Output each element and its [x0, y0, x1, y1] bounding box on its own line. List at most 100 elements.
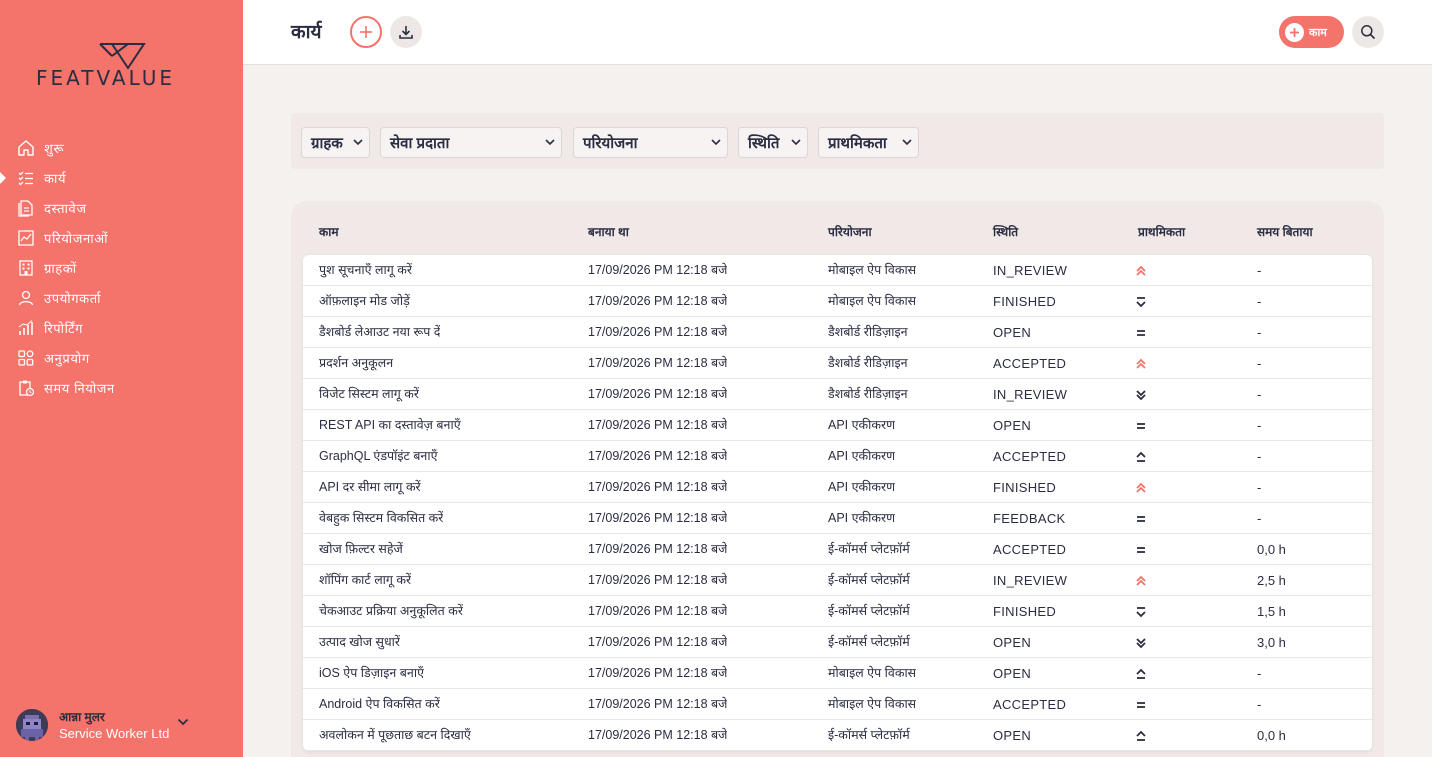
featvalue-logo[interactable]: FEATVALUE — [36, 40, 211, 90]
cell-project: मोबाइल ऐप विकास — [828, 697, 917, 711]
table-row[interactable]: खोज फ़िल्टर सहेजें 17/09/2026 PM 12:18 बज… — [303, 534, 1372, 565]
plus-icon — [1285, 22, 1304, 42]
table-row[interactable]: ऑफ़लाइन मोड जोड़ें 17/09/2026 PM 12:18 बज… — [303, 286, 1372, 317]
sidebar-item-home[interactable]: शुरू — [0, 133, 243, 163]
projects-chart-icon — [16, 228, 36, 248]
sidebar-item-reporting[interactable]: रिपोर्टिंग — [0, 313, 243, 343]
cell-created: 17/09/2026 PM 12:18 बजे — [588, 635, 728, 649]
table-row[interactable]: उत्पाद खोज सुधारें 17/09/2026 PM 12:18 बज… — [303, 627, 1372, 658]
cell-created: 17/09/2026 PM 12:18 बजे — [588, 728, 728, 742]
cell-created: 17/09/2026 PM 12:18 बजे — [588, 387, 728, 401]
cell-time-spent: - — [1257, 449, 1262, 464]
filter-project[interactable]: परियोजना — [573, 127, 728, 158]
column-header-project[interactable]: परियोजना — [828, 223, 872, 240]
sidebar-item-label: समय नियोजन — [44, 381, 115, 396]
sidebar-item-tasks[interactable]: कार्य — [0, 163, 243, 193]
cell-project: मोबाइल ऐप विकास — [828, 263, 917, 277]
filter-label: प्राथमिकता — [828, 134, 887, 152]
sidebar-item-customers[interactable]: ग्राहकों — [0, 253, 243, 283]
download-icon — [399, 26, 413, 39]
download-button[interactable] — [390, 16, 422, 48]
sidebar-item-label: परियोजनाओं — [44, 231, 109, 246]
table-row[interactable]: विजेट सिस्टम लागू करें 17/09/2026 PM 12:1… — [303, 379, 1372, 410]
table-row[interactable]: GraphQL एंडपॉइंट बनाएँ 17/09/2026 PM 12:1… — [303, 441, 1372, 472]
cell-task: पुश सूचनाएँ लागू करें — [319, 263, 412, 277]
cell-priority — [1136, 503, 1146, 534]
column-header-task[interactable]: काम — [319, 223, 339, 240]
column-header-created[interactable]: बनाया था — [588, 223, 629, 240]
sidebar-item-label: शुरू — [44, 141, 65, 156]
column-header-priority[interactable]: प्राथमिकता — [1138, 223, 1185, 240]
reporting-bars-icon — [16, 318, 36, 338]
sidebar-item-label: कार्य — [44, 171, 67, 186]
page-title: कार्य — [291, 22, 322, 43]
priority-low-icon — [1136, 637, 1146, 648]
column-header-status[interactable]: स्थिति — [993, 223, 1018, 240]
chevron-down-icon — [791, 139, 801, 146]
column-header-time-spent[interactable]: समय बिताया — [1257, 223, 1313, 240]
sidebar-item-documents[interactable]: दस्तावेज — [0, 193, 243, 223]
filter-bar: ग्राहक सेवा प्रदाता परियोजना स्थिति प्रा… — [291, 113, 1384, 169]
user-menu[interactable]: आन्ना मुलर Service Worker Ltd — [16, 708, 189, 741]
search-icon — [1361, 25, 1376, 40]
priority-lowest-icon — [1136, 296, 1146, 307]
table-row[interactable]: REST API का दस्तावेज़ बनाएँ 17/09/2026 PM… — [303, 410, 1372, 441]
building-icon — [16, 258, 36, 278]
chevron-down-icon — [902, 139, 912, 146]
cell-status: ACCEPTED — [993, 356, 1067, 371]
cell-project: ई-कॉमर्स प्लेटफ़ॉर्म — [828, 604, 910, 618]
cell-time-spent: - — [1257, 387, 1262, 402]
cell-project: API एकीकरण — [828, 449, 896, 463]
new-task-button-label: काम — [1309, 26, 1327, 39]
cell-status: OPEN — [993, 666, 1032, 681]
table-row[interactable]: API दर सीमा लागू करें 17/09/2026 PM 12:18… — [303, 472, 1372, 503]
sidebar-item-applications[interactable]: अनुप्रयोग — [0, 343, 243, 373]
filter-status[interactable]: स्थिति — [738, 127, 808, 158]
table-row[interactable]: वेबहुक सिस्टम विकसित करें 17/09/2026 PM 1… — [303, 503, 1372, 534]
sidebar-item-label: दस्तावेज — [44, 201, 87, 216]
cell-project: डैशबोर्ड रीडिज़ाइन — [828, 356, 908, 370]
search-button[interactable] — [1352, 16, 1384, 48]
table-row[interactable]: iOS ऐप डिज़ाइन बनाएँ 17/09/2026 PM 12:18 … — [303, 658, 1372, 689]
sidebar-item-time-planning[interactable]: समय नियोजन — [0, 373, 243, 403]
filter-priority[interactable]: प्राथमिकता — [818, 127, 919, 158]
cell-task: वेबहुक सिस्टम विकसित करें — [319, 511, 444, 525]
table-row[interactable]: डैशबोर्ड लेआउट नया रूप दें 17/09/2026 PM … — [303, 317, 1372, 348]
cell-created: 17/09/2026 PM 12:18 बजे — [588, 511, 728, 525]
table-row[interactable]: प्रदर्शन अनुकूलन 17/09/2026 PM 12:18 बजे ड… — [303, 348, 1372, 379]
table-row[interactable]: Android ऐप विकसित करें 17/09/2026 PM 12:1… — [303, 689, 1372, 720]
cell-time-spent: - — [1257, 325, 1262, 340]
priority-medium-icon — [1137, 422, 1145, 429]
new-task-button[interactable]: काम — [1279, 16, 1344, 48]
cell-project: API एकीकरण — [828, 480, 896, 494]
logo-text: FEATVALUE — [36, 66, 175, 90]
add-task-button[interactable] — [350, 16, 382, 48]
filter-label: परियोजना — [583, 134, 638, 152]
table-row[interactable]: चेकआउट प्रक्रिया अनुकूलित करें 17/09/2026… — [303, 596, 1372, 627]
table-row[interactable]: अवलोकन में पूछताछ बटन दिखाएँ 17/09/2026 P… — [303, 720, 1372, 751]
cell-project: ई-कॉमर्स प्लेटफ़ॉर्म — [828, 728, 910, 742]
filter-service-provider[interactable]: सेवा प्रदाता — [380, 127, 562, 158]
table-row[interactable]: शॉपिंग कार्ट लागू करें 17/09/2026 PM 12:1… — [303, 565, 1372, 596]
cell-task: विजेट सिस्टम लागू करें — [319, 387, 419, 401]
cell-task: API दर सीमा लागू करें — [319, 480, 421, 494]
cell-task: अवलोकन में पूछताछ बटन दिखाएँ — [319, 728, 471, 742]
cell-task: Android ऐप विकसित करें — [319, 697, 440, 711]
filter-customer[interactable]: ग्राहक — [301, 127, 370, 158]
cell-time-spent: - — [1257, 511, 1262, 526]
cell-status: ACCEPTED — [993, 697, 1067, 712]
sidebar: FEATVALUE शुरू कार्य दस्तावेज परियोजनाओं — [0, 0, 243, 757]
cell-created: 17/09/2026 PM 12:18 बजे — [588, 356, 728, 370]
cell-project: डैशबोर्ड रीडिज़ाइन — [828, 325, 908, 339]
priority-highest-icon — [1136, 482, 1146, 493]
sidebar-item-users[interactable]: उपयोगकर्ता — [0, 283, 243, 313]
table-row[interactable]: पुश सूचनाएँ लागू करें 17/09/2026 PM 12:18… — [303, 255, 1372, 286]
priority-high-icon — [1136, 668, 1146, 679]
cell-task: GraphQL एंडपॉइंट बनाएँ — [319, 449, 438, 463]
sidebar-item-projects[interactable]: परियोजनाओं — [0, 223, 243, 253]
cell-priority — [1136, 410, 1146, 441]
time-planning-icon — [16, 378, 36, 398]
cell-project: डैशबोर्ड रीडिज़ाइन — [828, 387, 908, 401]
cell-priority — [1136, 565, 1146, 596]
avatar-pixel-icon — [16, 708, 48, 741]
